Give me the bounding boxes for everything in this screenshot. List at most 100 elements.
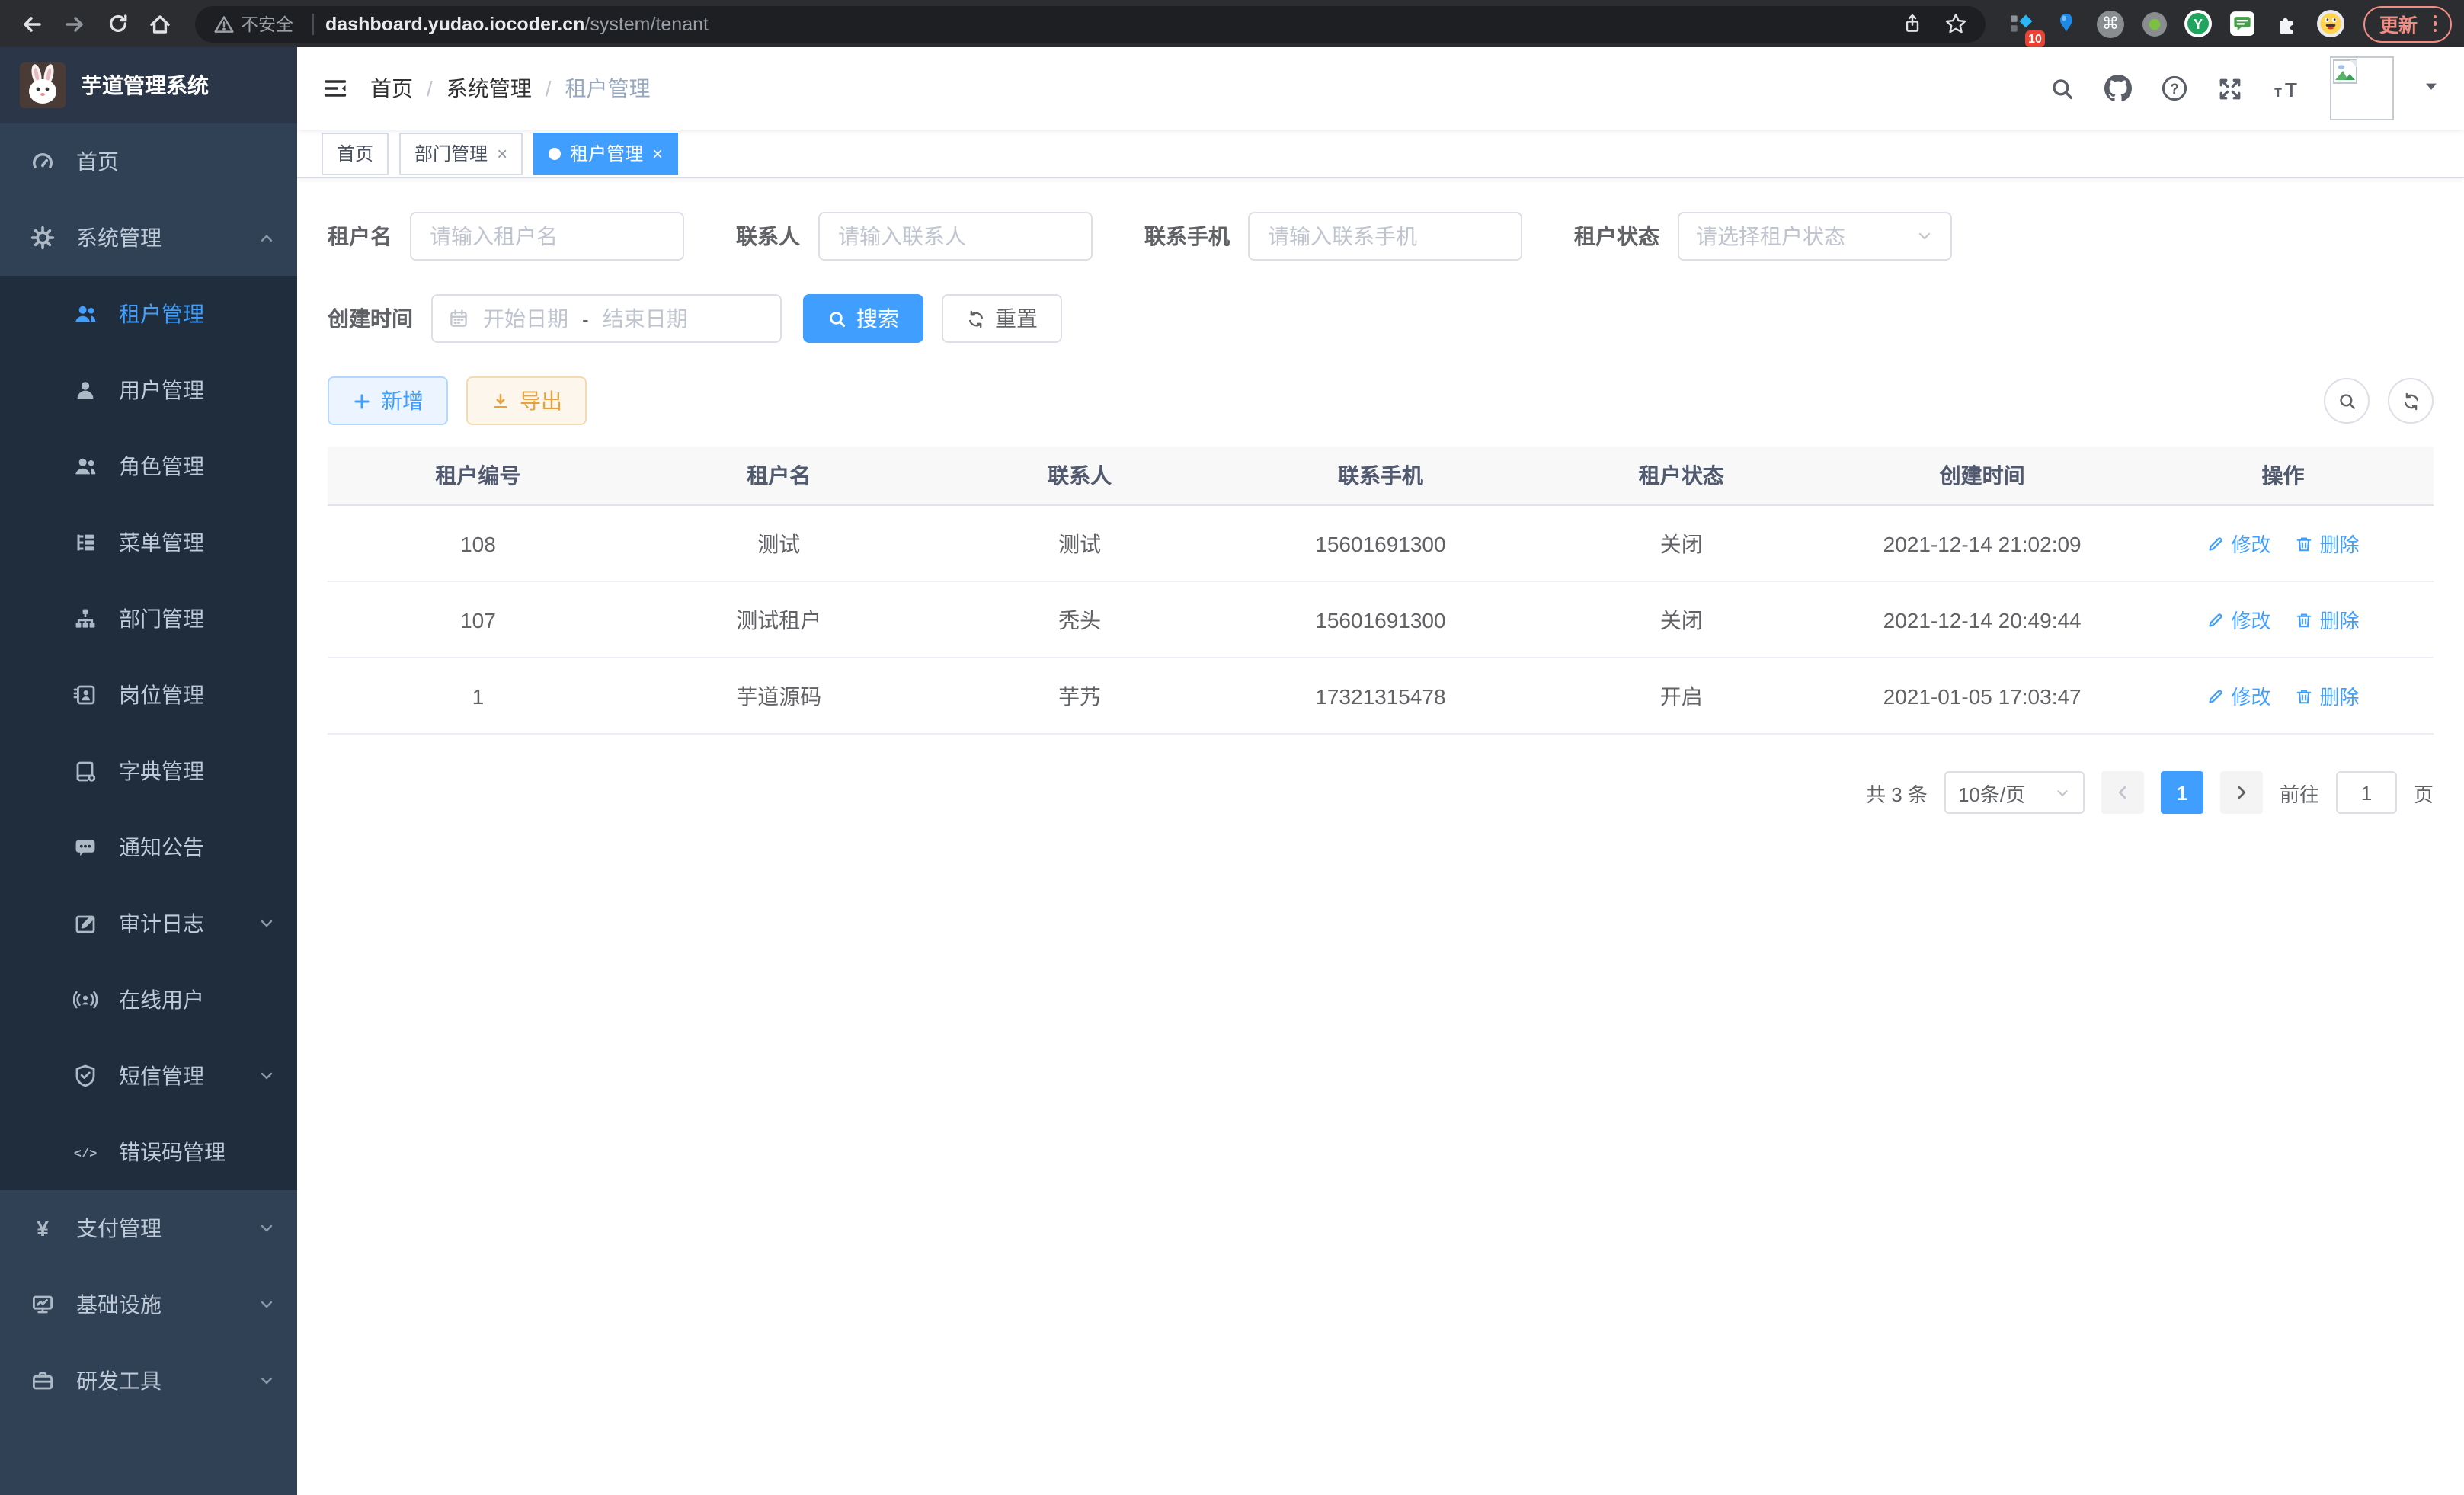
tree-list-icon <box>73 530 98 555</box>
breadcrumb-separator: / <box>427 76 433 101</box>
add-button[interactable]: 新增 <box>328 376 448 425</box>
y-logo-icon: Y <box>2184 9 2213 38</box>
forward-icon <box>62 11 87 36</box>
sidebar-item-menu[interactable]: 菜单管理 <box>0 504 297 581</box>
sidebar-item-notice[interactable]: 通知公告 <box>0 809 297 885</box>
next-page-button[interactable] <box>2220 771 2263 814</box>
browser-home-button[interactable] <box>140 4 180 43</box>
sidebar-item-dict[interactable]: 字典管理 <box>0 733 297 809</box>
goto-page-input[interactable] <box>2336 771 2397 814</box>
breadcrumb-system[interactable]: 系统管理 <box>446 73 532 104</box>
edit-link[interactable]: 修改 <box>2207 681 2271 710</box>
sidebar-item-sms[interactable]: 短信管理 <box>0 1038 297 1114</box>
date-range-picker[interactable]: 开始日期 - 结束日期 <box>431 294 782 343</box>
sidebar-item-pay[interactable]: ¥ 支付管理 <box>0 1190 297 1266</box>
header-search-icon[interactable] <box>2050 75 2075 101</box>
reset-button[interactable]: 重置 <box>942 294 1062 343</box>
sidebar-item-role[interactable]: 角色管理 <box>0 428 297 504</box>
edit-link[interactable]: 修改 <box>2207 605 2271 634</box>
delete-link[interactable]: 删除 <box>2296 681 2360 710</box>
cell-actions: 修改删除 <box>2133 505 2434 581</box>
extension-chat-icon[interactable] <box>2222 3 2264 44</box>
bookmark-star-icon[interactable] <box>1945 12 1968 35</box>
yen-icon: ¥ <box>30 1216 55 1240</box>
dashboard-icon <box>30 149 55 174</box>
chevron-right-icon <box>2232 783 2251 802</box>
prev-page-button[interactable] <box>2101 771 2144 814</box>
sidebar-item-label: 通知公告 <box>119 832 276 863</box>
browser-update-button[interactable]: 更新 <box>2364 5 2452 42</box>
font-size-icon[interactable]: TT <box>2272 75 2301 101</box>
delete-link[interactable]: 删除 <box>2296 529 2360 558</box>
export-button-label: 导出 <box>520 386 562 416</box>
tag-dept[interactable]: 部门管理× <box>399 132 523 174</box>
app-logo[interactable]: 芋道管理系统 <box>0 47 297 123</box>
search-button[interactable]: 搜索 <box>803 294 923 343</box>
tag-tenant-active[interactable]: 租户管理× <box>533 132 678 174</box>
sidebar-item-dept[interactable]: 部门管理 <box>0 581 297 657</box>
breadcrumb-separator: / <box>546 76 552 101</box>
security-label: 不安全 <box>241 11 293 36</box>
sidebar-collapse-button[interactable] <box>322 75 349 102</box>
sidebar-item-system[interactable]: 系统管理 <box>0 200 297 276</box>
fullscreen-icon[interactable] <box>2217 75 2243 101</box>
refresh-table-button[interactable] <box>2388 378 2434 424</box>
tenant-users-icon <box>73 302 98 326</box>
delete-link[interactable]: 删除 <box>2296 605 2360 634</box>
sidebar-item-label: 短信管理 <box>119 1061 258 1091</box>
sidebar-item-infra[interactable]: 基础设施 <box>0 1266 297 1343</box>
sidebar-item-label: 错误码管理 <box>119 1137 276 1167</box>
page-size-value: 10条/页 <box>1958 778 2025 807</box>
extension-command-icon[interactable]: ⌘ <box>2090 3 2131 44</box>
tag-close-icon[interactable]: × <box>497 142 507 164</box>
breadcrumb-home[interactable]: 首页 <box>370 73 413 104</box>
extension-record-icon[interactable] <box>2134 3 2175 44</box>
user-avatar[interactable] <box>2330 56 2394 120</box>
browser-forward-button[interactable] <box>55 4 94 43</box>
tag-home[interactable]: 首页 <box>322 132 389 174</box>
status-label: 租户状态 <box>1574 221 1659 251</box>
sidebar-item-label: 系统管理 <box>76 222 258 253</box>
monitor-icon <box>30 1292 55 1317</box>
browser-back-button[interactable] <box>12 4 52 43</box>
sidebar-item-user[interactable]: 用户管理 <box>0 352 297 428</box>
address-bar[interactable]: 不安全 dashboard.yudao.iocoder.cn/system/te… <box>195 5 1986 42</box>
status-select[interactable]: 请选择租户状态 <box>1678 212 1952 261</box>
github-icon[interactable] <box>2104 75 2132 102</box>
mobile-input[interactable] <box>1248 212 1522 261</box>
extension-balloon-icon[interactable] <box>2046 3 2087 44</box>
sidebar-item-tenant[interactable]: 租户管理 <box>0 276 297 352</box>
reload-icon <box>106 12 129 35</box>
page-content: 租户名 联系人 联系手机 租户状态 请选择租户状态 <box>297 178 2464 1495</box>
tenant-name-input[interactable] <box>410 212 684 261</box>
toggle-search-button[interactable] <box>2324 378 2370 424</box>
sidebar-item-audit[interactable]: 审计日志 <box>0 885 297 962</box>
extension-y-icon[interactable]: Y <box>2178 3 2219 44</box>
cell-name: 芋道源码 <box>629 658 930 734</box>
browser-menu-kebab-icon[interactable] <box>2433 15 2437 33</box>
sidebar-item-label: 研发工具 <box>76 1365 258 1396</box>
browser-profile-avatar[interactable] <box>2311 3 2352 44</box>
sidebar-item-home[interactable]: 首页 <box>0 123 297 200</box>
extension-pin-icon[interactable]: 10 <box>2002 3 2043 44</box>
tag-close-icon[interactable]: × <box>652 142 663 164</box>
sidebar-item-devtool[interactable]: 研发工具 <box>0 1343 297 1419</box>
browser-reload-button[interactable] <box>98 4 137 43</box>
url-text: dashboard.yudao.iocoder.cn/system/tenant <box>325 13 709 34</box>
share-icon[interactable] <box>1902 12 1924 35</box>
navbar-actions: ? TT <box>2050 56 2440 120</box>
sidebar-item-online[interactable]: 在线用户 <box>0 962 297 1038</box>
navbar: 首页 / 系统管理 / 租户管理 ? TT <box>297 47 2464 130</box>
export-button[interactable]: 导出 <box>466 376 587 425</box>
extensions-puzzle-icon[interactable] <box>2267 3 2308 44</box>
sidebar-item-post[interactable]: 岗位管理 <box>0 657 297 733</box>
page-1-button[interactable]: 1 <box>2161 771 2203 814</box>
col-mobile: 联系手机 <box>1230 447 1531 505</box>
contact-input[interactable] <box>818 212 1093 261</box>
edit-link[interactable]: 修改 <box>2207 529 2271 558</box>
sidebar-item-errcode[interactable]: </> 错误码管理 <box>0 1114 297 1190</box>
avatar-caret-down-icon[interactable] <box>2423 78 2440 99</box>
page-size-select[interactable]: 10条/页 <box>1944 771 2085 814</box>
sidebar-item-label: 首页 <box>76 146 276 177</box>
help-icon[interactable]: ? <box>2161 75 2188 102</box>
